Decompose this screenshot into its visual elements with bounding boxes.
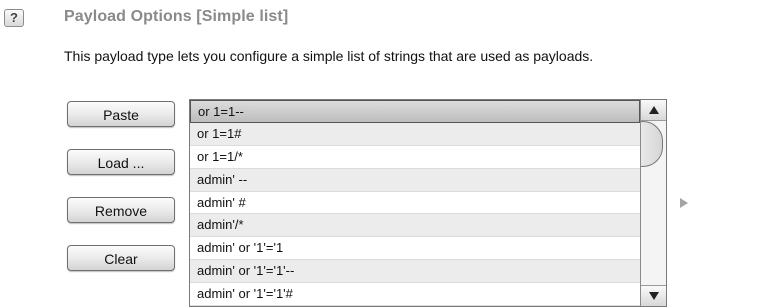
list-item[interactable]: or 1=1/* [190,145,640,169]
list-item[interactable]: admin' or '1'='1'-- [190,260,640,284]
scroll-up-button[interactable] [641,100,666,121]
list-item[interactable]: or 1=1# [190,122,640,146]
payload-list[interactable]: or 1=1-- or 1=1# or 1=1/* admin' -- admi… [189,99,667,307]
clear-button[interactable]: Clear [67,245,175,271]
triangle-right-icon[interactable] [680,198,688,208]
list-item[interactable]: admin'/* [190,214,640,238]
load-button[interactable]: Load ... [67,149,175,175]
chevron-down-icon [649,292,659,300]
section-title: Payload Options [Simple list] [64,8,289,25]
paste-button[interactable]: Paste [67,101,175,127]
scroll-down-button[interactable] [641,285,666,306]
help-icon[interactable]: ? [4,9,24,27]
list-item[interactable]: admin' -- [190,168,640,192]
list-item[interactable]: admin' # [190,191,640,215]
payload-options-panel: ? Payload Options [Simple list] This pay… [0,0,781,308]
list-item[interactable]: or 1=1-- [190,100,640,123]
vertical-scrollbar[interactable] [640,100,666,306]
list-item[interactable]: admin' or '1'='1 [190,237,640,261]
chevron-up-icon [649,106,659,114]
section-description: This payload type lets you configure a s… [64,48,594,64]
remove-button[interactable]: Remove [67,197,175,223]
list-item[interactable]: admin' or '1'='1'# [190,283,640,306]
payload-list-items: or 1=1-- or 1=1# or 1=1/* admin' -- admi… [190,100,640,306]
